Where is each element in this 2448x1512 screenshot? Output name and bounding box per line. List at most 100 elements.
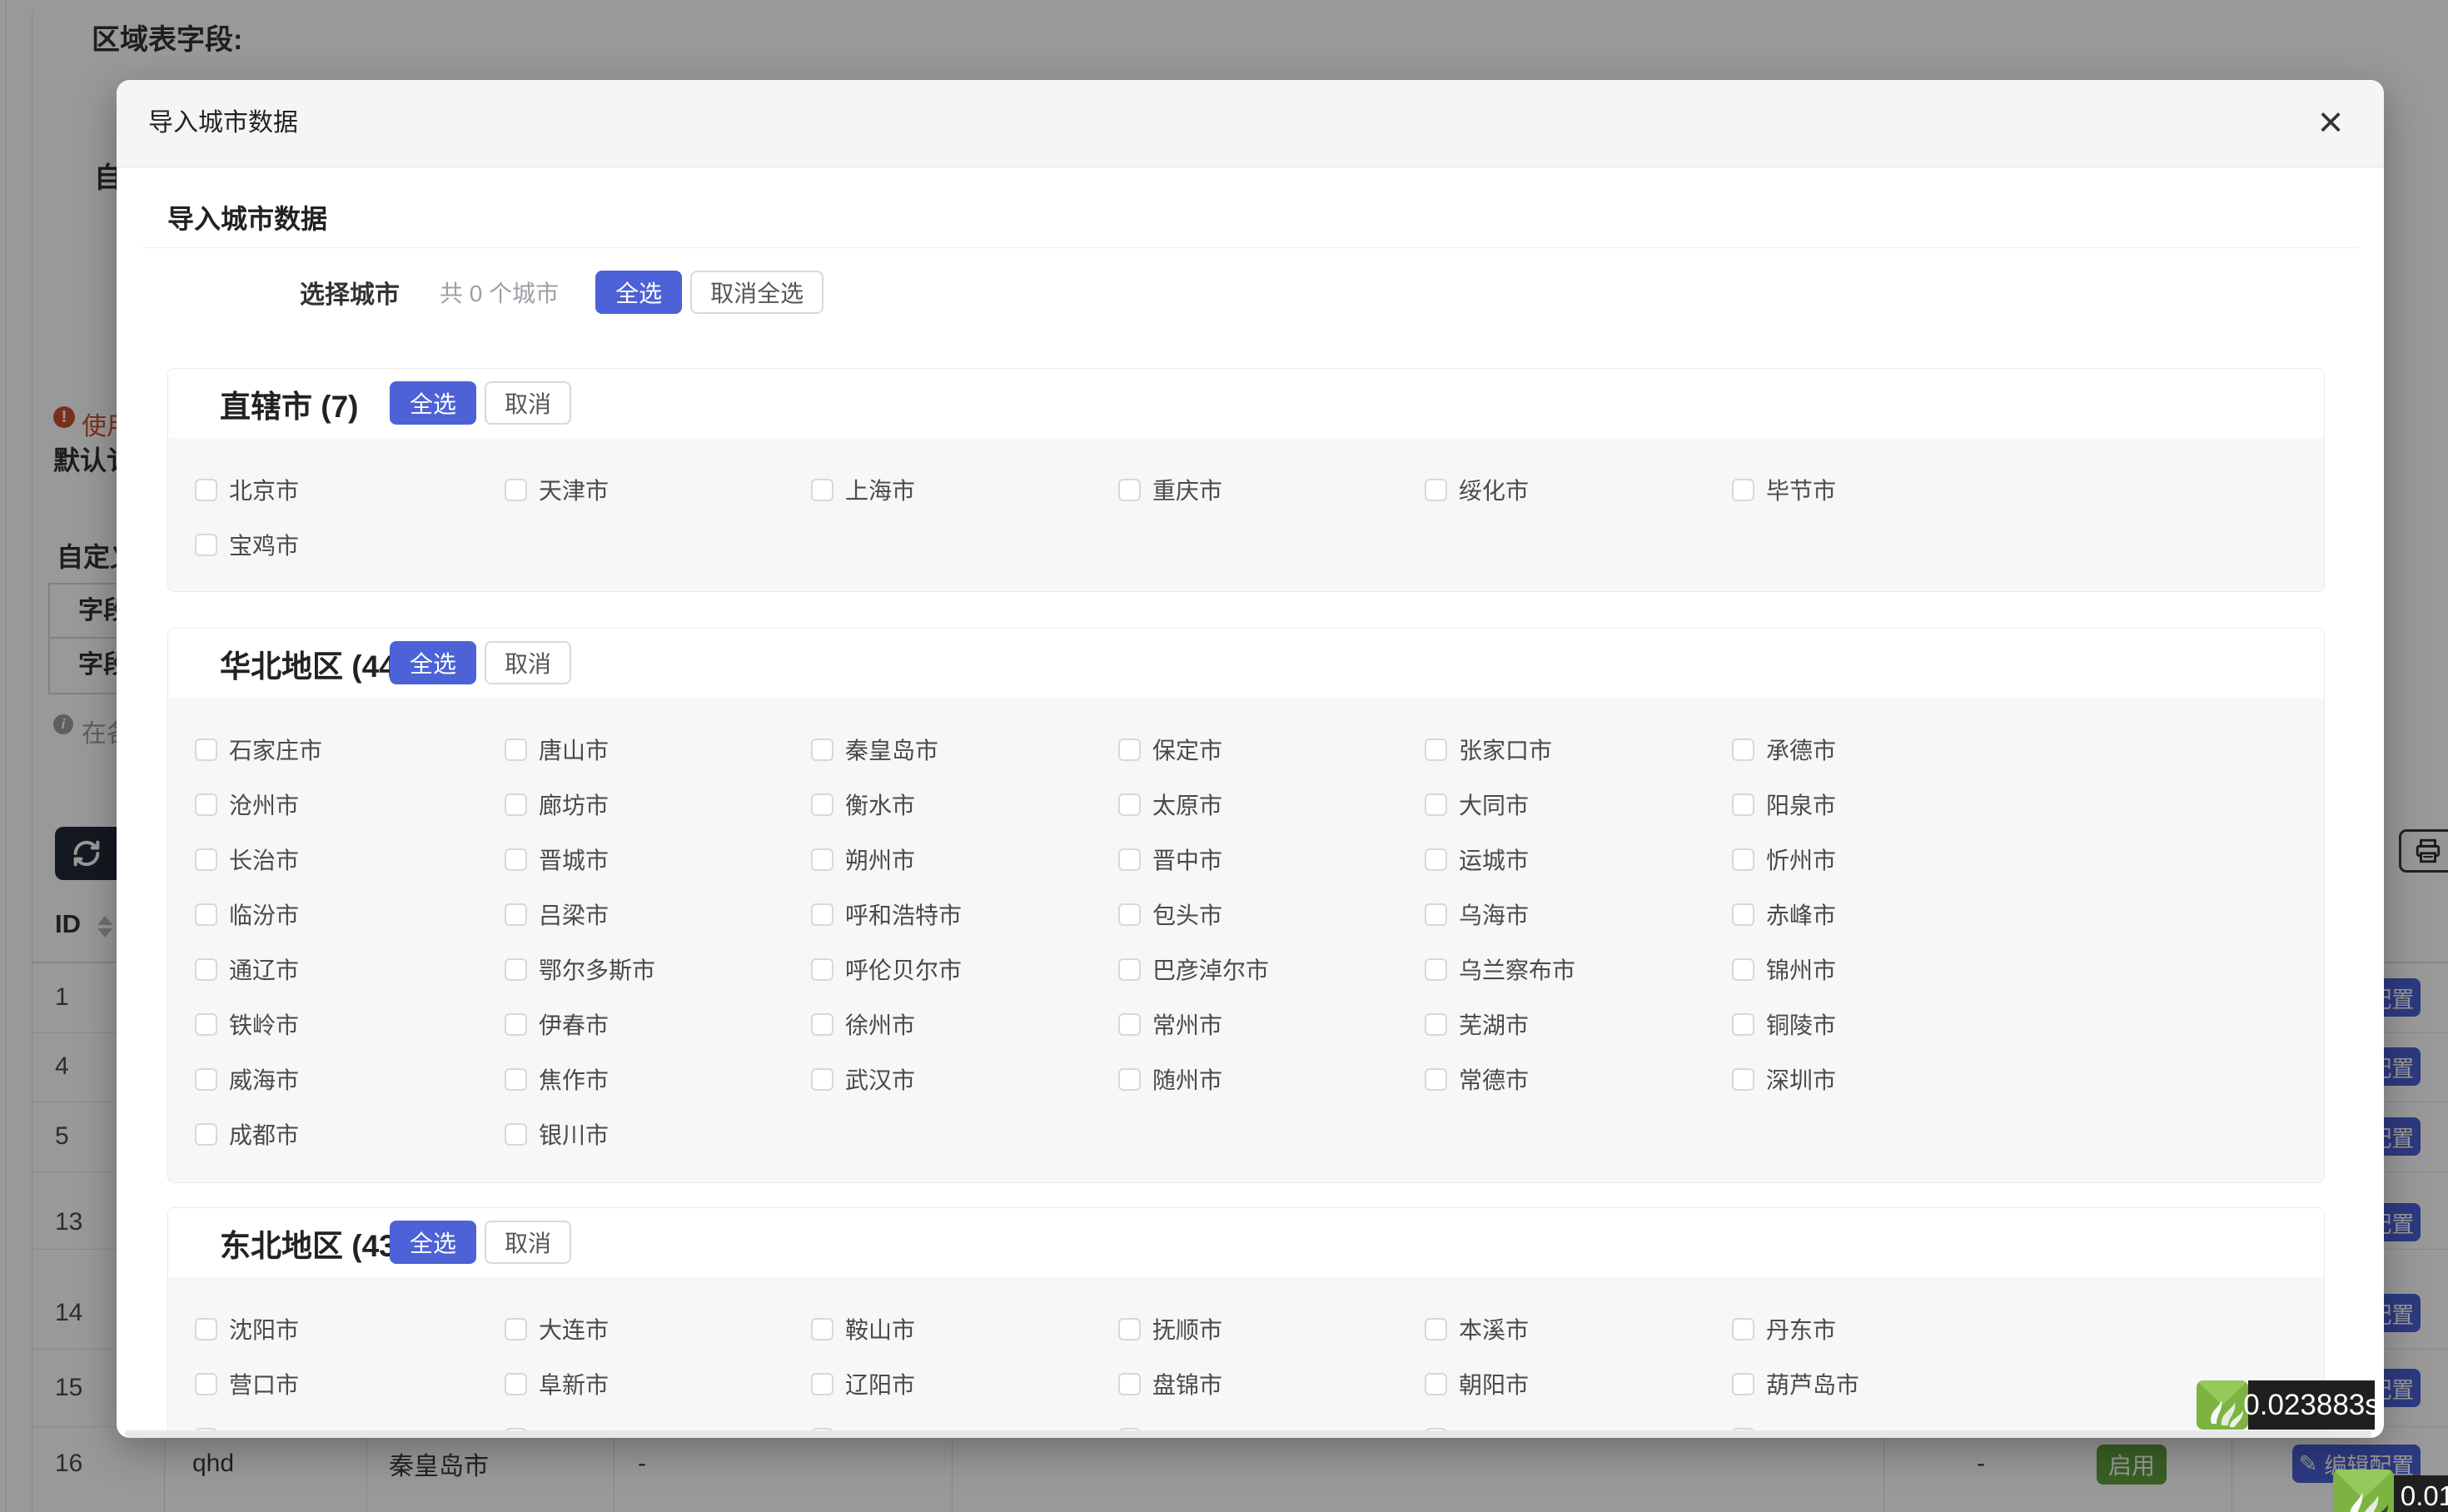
city-checkbox-item[interactable]: 随州市: [1118, 1052, 1222, 1107]
checkbox[interactable]: [1425, 793, 1447, 816]
city-checkbox-item[interactable]: 临汾市: [195, 887, 299, 942]
checkbox[interactable]: [195, 903, 217, 926]
checkbox[interactable]: [195, 848, 217, 871]
checkbox[interactable]: [195, 479, 217, 501]
checkbox[interactable]: [1425, 1373, 1447, 1395]
city-checkbox-item[interactable]: 朝阳市: [1425, 1356, 1529, 1411]
checkbox[interactable]: [1425, 479, 1447, 501]
city-checkbox-item[interactable]: 包头市: [1118, 887, 1222, 942]
section-cancel-button[interactable]: 取消: [485, 381, 571, 425]
checkbox[interactable]: [505, 479, 527, 501]
checkbox[interactable]: [1118, 479, 1141, 501]
checkbox[interactable]: [505, 958, 527, 981]
city-checkbox-item[interactable]: 大同市: [1425, 777, 1529, 832]
city-checkbox-item[interactable]: 鞍山市: [811, 1301, 915, 1356]
city-checkbox-item[interactable]: 长治市: [195, 832, 299, 887]
city-checkbox-item[interactable]: 绥化市: [1425, 462, 1529, 517]
checkbox[interactable]: [1118, 1013, 1141, 1036]
city-checkbox-item[interactable]: 鄂尔多斯市: [505, 942, 655, 997]
city-checkbox-item[interactable]: 北京市: [195, 462, 299, 517]
section-select-all-button[interactable]: 全选: [390, 1221, 476, 1264]
city-checkbox-item[interactable]: 葫芦岛市: [1732, 1356, 1859, 1411]
checkbox[interactable]: [811, 793, 833, 816]
city-checkbox-item[interactable]: 伊春市: [505, 997, 609, 1052]
city-checkbox-item[interactable]: 武汉市: [811, 1052, 915, 1107]
checkbox[interactable]: [1425, 1318, 1447, 1340]
checkbox[interactable]: [1732, 958, 1754, 981]
checkbox[interactable]: [1118, 848, 1141, 871]
checkbox[interactable]: [1732, 793, 1754, 816]
city-checkbox-item[interactable]: 通辽市: [195, 942, 299, 997]
checkbox[interactable]: [811, 1068, 833, 1091]
city-checkbox-item[interactable]: 阳泉市: [1732, 777, 1836, 832]
checkbox[interactable]: [195, 1013, 217, 1036]
city-checkbox-item[interactable]: 铁岭市: [195, 997, 299, 1052]
city-checkbox-item[interactable]: 盘锦市: [1118, 1356, 1222, 1411]
checkbox[interactable]: [1118, 793, 1141, 816]
checkbox[interactable]: [1425, 1013, 1447, 1036]
city-checkbox-item[interactable]: 银川市: [505, 1107, 609, 1161]
city-checkbox-item[interactable]: 重庆市: [1118, 462, 1222, 517]
city-checkbox-item[interactable]: 乌兰察布市: [1425, 942, 1575, 997]
city-checkbox-item[interactable]: 运城市: [1425, 832, 1529, 887]
checkbox[interactable]: [1118, 1068, 1141, 1091]
checkbox[interactable]: [1118, 1373, 1141, 1395]
city-checkbox-item[interactable]: 焦作市: [505, 1052, 609, 1107]
checkbox[interactable]: [1732, 848, 1754, 871]
checkbox[interactable]: [195, 793, 217, 816]
checkbox[interactable]: [811, 848, 833, 871]
city-checkbox-item[interactable]: 廊坊市: [505, 777, 609, 832]
checkbox[interactable]: [1118, 1318, 1141, 1340]
city-checkbox-item[interactable]: 朔州市: [811, 832, 915, 887]
checkbox[interactable]: [811, 739, 833, 761]
checkbox[interactable]: [1425, 848, 1447, 871]
city-checkbox-item[interactable]: 常州市: [1118, 997, 1222, 1052]
section-cancel-button[interactable]: 取消: [485, 1221, 571, 1264]
city-checkbox-item[interactable]: 丹东市: [1732, 1301, 1836, 1356]
checkbox[interactable]: [1732, 479, 1754, 501]
city-checkbox-item[interactable]: 大连市: [505, 1301, 609, 1356]
city-checkbox-item[interactable]: 呼伦贝尔市: [811, 942, 962, 997]
city-checkbox-item[interactable]: 沈阳市: [195, 1301, 299, 1356]
city-checkbox-item[interactable]: 营口市: [195, 1356, 299, 1411]
city-checkbox-item[interactable]: 宝鸡市: [195, 517, 299, 572]
checkbox[interactable]: [811, 1013, 833, 1036]
checkbox[interactable]: [195, 958, 217, 981]
city-checkbox-item[interactable]: 天津市: [505, 462, 609, 517]
checkbox[interactable]: [195, 1068, 217, 1091]
checkbox[interactable]: [1425, 958, 1447, 981]
city-checkbox-item[interactable]: 呼和浩特市: [811, 887, 962, 942]
city-checkbox-item[interactable]: 成都市: [195, 1107, 299, 1161]
checkbox[interactable]: [195, 1123, 217, 1146]
close-icon[interactable]: ×: [2306, 98, 2356, 148]
city-checkbox-item[interactable]: 徐州市: [811, 997, 915, 1052]
checkbox[interactable]: [505, 1013, 527, 1036]
checkbox[interactable]: [1118, 739, 1141, 761]
city-checkbox-item[interactable]: 赤峰市: [1732, 887, 1836, 942]
checkbox[interactable]: [1732, 1013, 1754, 1036]
city-checkbox-item[interactable]: 忻州市: [1732, 832, 1836, 887]
checkbox[interactable]: [195, 534, 217, 556]
checkbox[interactable]: [811, 958, 833, 981]
checkbox[interactable]: [505, 1373, 527, 1395]
city-checkbox-item[interactable]: 承德市: [1732, 722, 1836, 777]
section-cancel-button[interactable]: 取消: [485, 641, 571, 684]
city-checkbox-item[interactable]: 芜湖市: [1425, 997, 1529, 1052]
section-select-all-button[interactable]: 全选: [390, 641, 476, 684]
checkbox[interactable]: [505, 793, 527, 816]
checkbox[interactable]: [195, 1373, 217, 1395]
city-checkbox-item[interactable]: 沧州市: [195, 777, 299, 832]
checkbox[interactable]: [1425, 739, 1447, 761]
city-checkbox-item[interactable]: 秦皇岛市: [811, 722, 938, 777]
checkbox[interactable]: [195, 739, 217, 761]
checkbox[interactable]: [1732, 903, 1754, 926]
city-checkbox-item[interactable]: 衡水市: [811, 777, 915, 832]
city-checkbox-item[interactable]: 太原市: [1118, 777, 1222, 832]
city-checkbox-item[interactable]: 吕梁市: [505, 887, 609, 942]
checkbox[interactable]: [811, 1318, 833, 1340]
city-checkbox-item[interactable]: 深圳市: [1732, 1052, 1836, 1107]
city-checkbox-item[interactable]: 晋中市: [1118, 832, 1222, 887]
checkbox[interactable]: [505, 739, 527, 761]
checkbox[interactable]: [1425, 903, 1447, 926]
checkbox[interactable]: [195, 1318, 217, 1340]
